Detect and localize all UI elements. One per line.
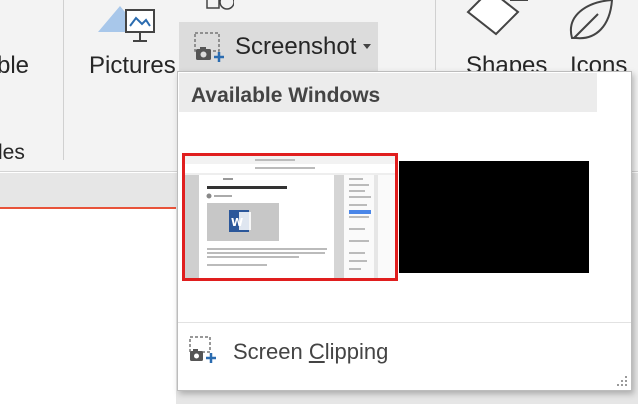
- screenshot-icon: [194, 32, 224, 62]
- leaf-icon: [569, 0, 614, 40]
- window-thumbnail-black[interactable]: [399, 161, 589, 273]
- group-divider: [435, 0, 436, 70]
- screen-clipping-icon: [189, 336, 216, 363]
- icons-button[interactable]: Icons: [560, 0, 638, 80]
- pictures-icon: [98, 6, 155, 42]
- screenshot-dropdown: Available Windows W Screen Clipping: [177, 71, 632, 391]
- screen-clipping-text-suffix: lipping: [324, 339, 389, 364]
- online-pictures-icon[interactable]: [206, 0, 234, 12]
- pictures-label: Pictures: [89, 52, 176, 79]
- slide-canvas[interactable]: [0, 207, 176, 404]
- shapes-icon: [466, 0, 528, 36]
- resize-grip-icon[interactable]: [617, 376, 627, 386]
- chevron-down-icon: [363, 44, 371, 49]
- screen-clipping-accelerator: C: [308, 339, 325, 364]
- screenshot-label: Screenshot: [235, 33, 357, 60]
- screen-clipping-button[interactable]: Screen Clipping: [179, 324, 630, 374]
- table-label-fragment: ble: [0, 52, 30, 79]
- tables-group-label-fragment: les: [0, 141, 25, 164]
- screen-clipping-text-prefix: Screen: [233, 339, 309, 364]
- browser-window-preview: W: [185, 156, 395, 278]
- pictures-button[interactable]: Pictures: [80, 0, 176, 80]
- screenshot-button[interactable]: Screenshot: [179, 22, 378, 72]
- svg-text:W: W: [231, 216, 243, 229]
- available-windows-header: Available Windows: [179, 73, 597, 112]
- screen-clipping-label: Screen Clipping: [233, 339, 388, 365]
- window-thumbnail-browser[interactable]: W: [182, 153, 398, 281]
- available-windows-title: Available Windows: [191, 84, 381, 107]
- menu-separator: [178, 322, 631, 323]
- group-divider: [63, 0, 64, 160]
- shapes-button[interactable]: Shapes: [458, 0, 550, 80]
